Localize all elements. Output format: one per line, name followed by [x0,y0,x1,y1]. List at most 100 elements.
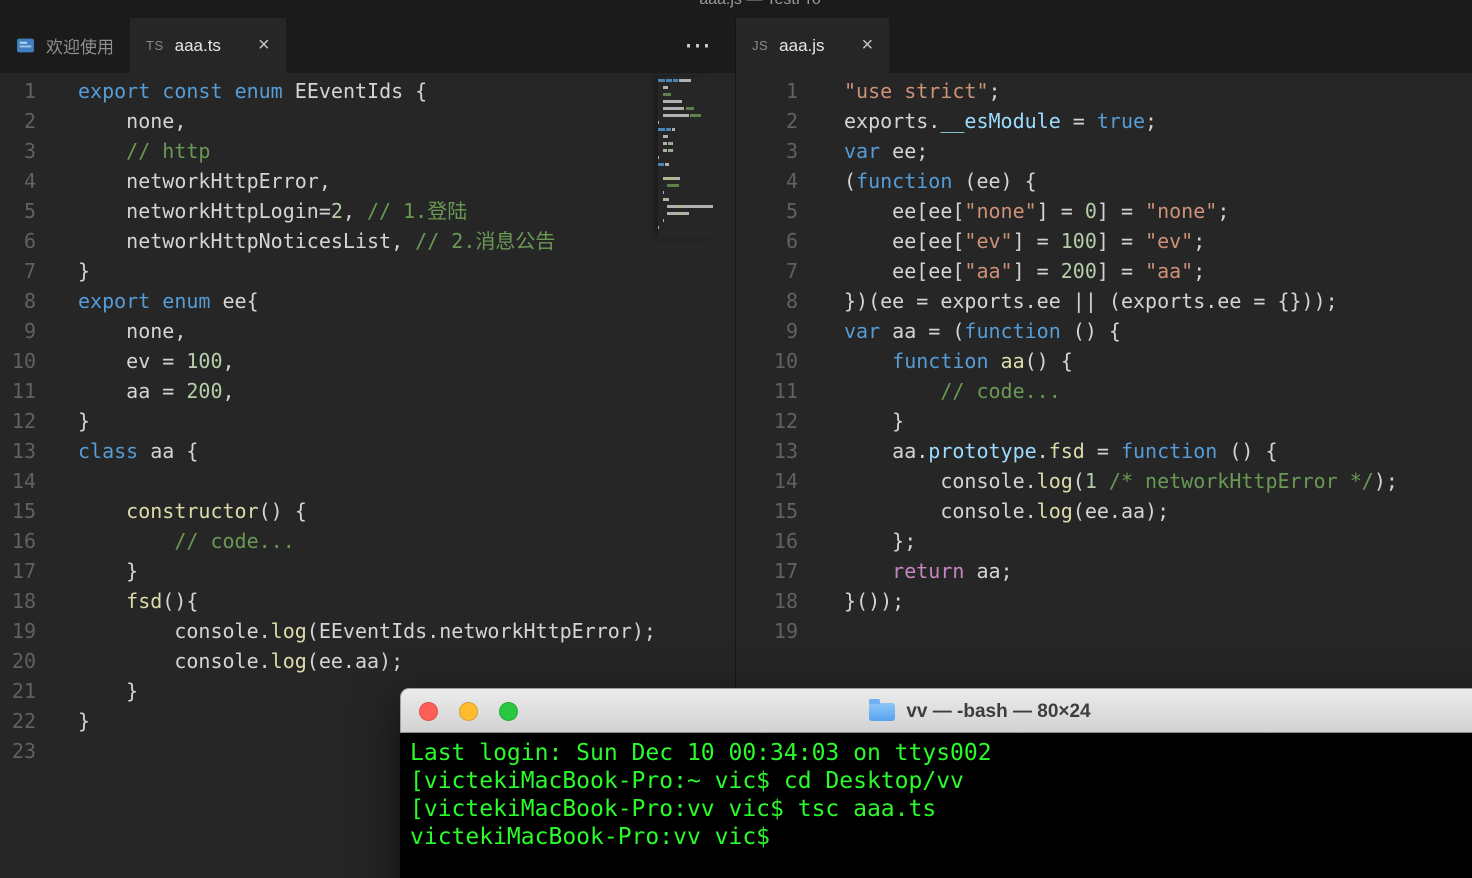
minimize-button[interactable] [459,702,478,721]
javascript-file-icon: JS [752,38,769,53]
minimap-line [658,126,716,133]
code-line[interactable]: 19 [736,616,1472,646]
code-line[interactable]: 4 networkHttpError, [0,166,735,196]
code-line[interactable]: 15 console.log(ee.aa); [736,496,1472,526]
code-area-ts[interactable]: 1 export const enum EEventIds {2 none, 3 /… [0,76,735,766]
code-text: ee[ee["ev"] = 100] = "ev"; [844,229,1206,253]
terminal-title: vv — -bash — 80×24 [401,689,1472,734]
code-line[interactable]: 17 return aa; [736,556,1472,586]
code-line[interactable]: 5 networkHttpLogin=2, // 1.登陆 [0,196,735,226]
code-line[interactable]: 5 ee[ee["none"] = 0] = "none"; [736,196,1472,226]
close-button[interactable] [419,702,438,721]
code-line[interactable]: 6 networkHttpNoticesList, // 2.消息公告 [0,226,735,256]
line-number: 1 [785,79,798,103]
folder-icon [869,698,896,721]
minimap[interactable] [658,77,716,238]
terminal-line: [victekiMacBook-Pro:~ vic$ cd Desktop/vv [410,768,964,794]
code-line[interactable]: 14 [0,466,735,496]
code-line[interactable]: 7} [0,256,735,286]
code-line[interactable]: 1 export const enum EEventIds { [0,76,735,106]
terminal-output[interactable]: Last login: Sun Dec 10 00:34:03 on ttys0… [400,733,1472,878]
code-line[interactable]: 4 (function (ee) { [736,166,1472,196]
welcome-icon [16,36,35,55]
code-line[interactable]: 2 none, [0,106,735,136]
terminal-titlebar[interactable]: vv — -bash — 80×24 [400,688,1472,733]
line-number: 19 [773,619,798,643]
line-number: 3 [785,139,798,163]
code-text: none, [78,109,187,133]
zoom-button[interactable] [499,702,518,721]
code-line[interactable]: 12} [0,406,735,436]
line-number: 19 [11,619,36,643]
code-line[interactable]: 13 aa.prototype.fsd = function () { [736,436,1472,466]
line-number: 5 [785,199,798,223]
code-line[interactable]: 7 ee[ee["aa"] = 200] = "aa"; [736,256,1472,286]
code-line[interactable]: 18}()); [736,586,1472,616]
code-line[interactable]: 10 ev = 100, [0,346,735,376]
line-number: 9 [785,319,798,343]
code-line[interactable]: 14 console.log(1 /* networkHttpError */)… [736,466,1472,496]
code-line[interactable]: 1 "use strict"; [736,76,1472,106]
tab-aaa-js[interactable]: JS aaa.js × [736,18,890,73]
code-line[interactable]: 8 export enum ee{ [0,286,735,316]
close-icon[interactable]: × [862,34,874,57]
code-line[interactable]: 16 // code... [0,526,735,556]
code-line[interactable]: 3 var ee; [736,136,1472,166]
code-line[interactable]: 13 class aa { [0,436,735,466]
line-number: 10 [773,349,798,373]
code-line[interactable]: 15 constructor() { [0,496,735,526]
tab-welcome[interactable]: 欢迎使用 [0,18,130,73]
line-number: 21 [11,679,36,703]
line-number: 18 [11,589,36,613]
line-number: 7 [785,259,798,283]
code-line[interactable]: 16 }; [736,526,1472,556]
more-actions-button[interactable]: ⋯ [684,32,711,59]
code-text: console.log(1 /* networkHttpError */); [844,469,1398,493]
code-line[interactable]: 9 var aa = (function () { [736,316,1472,346]
code-text: var aa = (function () { [844,319,1121,343]
tab-aaa-ts[interactable]: TS aaa.ts × [130,18,286,73]
code-line[interactable]: 12 } [736,406,1472,436]
code-line[interactable]: 9 none, [0,316,735,346]
code-text: ee[ee["aa"] = 200] = "aa"; [844,259,1206,283]
line-number: 15 [11,499,36,523]
tab-label: aaa.ts [174,35,221,55]
code-line[interactable]: 20 console.log(ee.aa); [0,646,735,676]
line-number: 6 [23,229,36,253]
line-number: 10 [11,349,36,373]
line-number: 22 [11,709,36,733]
code-line[interactable]: 11 // code... [736,376,1472,406]
code-text: export const enum EEventIds { [78,79,428,103]
minimap-line [658,161,716,168]
code-line[interactable]: 11 aa = 200, [0,376,735,406]
code-line[interactable]: 2 exports.__esModule = true; [736,106,1472,136]
code-text: // http [78,139,211,163]
minimap-line [658,140,716,147]
terminal-line: [victekiMacBook-Pro:vv vic$ tsc aaa.ts [410,796,937,822]
line-number: 2 [23,109,36,133]
line-number: 12 [773,409,798,433]
window-title: aaa.js — TestPro [699,0,821,9]
close-icon[interactable]: × [258,34,270,57]
line-number: 17 [11,559,36,583]
code-line[interactable]: 19 console.log(EEventIds.networkHttpErro… [0,616,735,646]
code-line[interactable]: 8 })(ee = exports.ee || (exports.ee = {})… [736,286,1472,316]
code-line[interactable]: 10 function aa() { [736,346,1472,376]
code-text: constructor() { [126,499,307,523]
code-text: })(ee = exports.ee || (exports.ee = {}))… [844,289,1338,313]
minimap-line [658,189,716,196]
line-number: 8 [23,289,36,313]
code-line[interactable]: 17 } [0,556,735,586]
code-area-js[interactable]: 1 "use strict"; 2 exports.__esModule = true… [736,76,1472,646]
code-line[interactable]: 3 // http [0,136,735,166]
line-number: 5 [23,199,36,223]
code-line[interactable]: 6 ee[ee["ev"] = 100] = "ev"; [736,226,1472,256]
code-text: ee[ee["none"] = 0] = "none"; [844,199,1230,223]
minimap-line [658,196,716,203]
terminal-window[interactable]: vv — -bash — 80×24 Last login: Sun Dec 1… [400,688,1472,878]
line-number: 8 [785,289,798,313]
line-number: 14 [11,469,36,493]
code-text: aa = 200, [78,379,235,403]
code-line[interactable]: 18 fsd(){ [0,586,735,616]
